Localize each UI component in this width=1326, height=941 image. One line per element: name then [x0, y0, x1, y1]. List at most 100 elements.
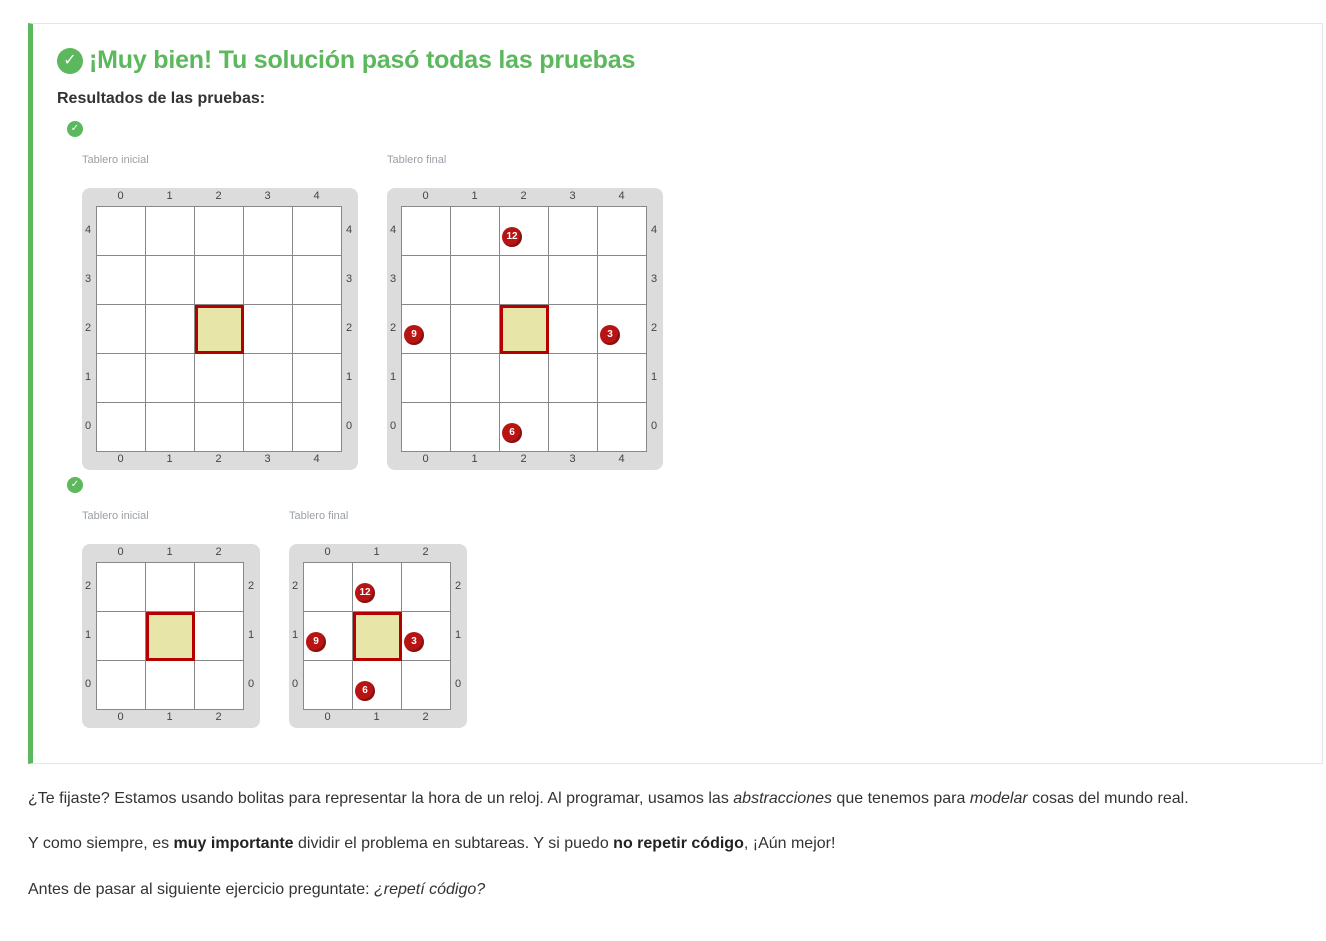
row-coord-left: 3 [84, 272, 92, 285]
red-ball-counter: 12 [355, 582, 375, 603]
column-coord-top: 0 [324, 546, 331, 558]
red-ball-counter: 6 [355, 680, 375, 701]
red-ball-counter: 9 [404, 324, 424, 345]
column-coord-top: 0 [117, 190, 124, 202]
row-coord-left: 0 [291, 677, 299, 690]
row-coord-right: 1 [454, 628, 462, 641]
column-coord-top: 0 [422, 190, 429, 202]
row-coord-right: 3 [650, 272, 658, 285]
row-coord-left: 0 [84, 677, 92, 690]
row-coord-right: 2 [454, 579, 462, 592]
board-cell [598, 354, 647, 403]
board-cell [244, 207, 293, 256]
column-coord-bottom: 1 [166, 453, 173, 465]
row-coord-left: 0 [84, 419, 92, 432]
board-cell [97, 207, 146, 256]
column-coord-top: 4 [313, 190, 320, 202]
board-grid [96, 206, 342, 452]
column-coord-bottom: 1 [471, 453, 478, 465]
p2-bold-no-repetir: no repetir código [613, 835, 744, 852]
board-cell [146, 563, 195, 612]
board-cell [451, 403, 500, 452]
red-ball-counter: 3 [404, 631, 424, 652]
column-coord-bottom: 2 [422, 711, 429, 723]
board-cell [195, 354, 244, 403]
paragraph-question: Antes de pasar al siguiente ejercicio pr… [28, 881, 485, 899]
column-coord-top: 2 [215, 190, 222, 202]
column-coord-bottom: 2 [215, 711, 222, 723]
row-coord-left: 1 [291, 628, 299, 641]
board-cell [97, 661, 146, 710]
column-coord-bottom: 4 [618, 453, 625, 465]
board-cell [146, 661, 195, 710]
board-cell [549, 354, 598, 403]
row-coord-left: 1 [84, 370, 92, 383]
p1-emphasis-abstracciones: abstracciones [733, 790, 832, 807]
board-cell [402, 207, 451, 256]
column-coord-bottom: 2 [215, 453, 222, 465]
column-coord-bottom: 0 [117, 453, 124, 465]
paragraph-subtasks: Y como siempre, es muy importante dividi… [28, 835, 835, 853]
p2-text: Y como siempre, es [28, 835, 174, 852]
board-cell [97, 612, 146, 661]
board-cell [293, 403, 342, 452]
check-circle-icon: ✓ [57, 47, 83, 74]
row-coord-right: 2 [247, 579, 255, 592]
row-coord-right: 3 [345, 272, 353, 285]
board-cell [451, 354, 500, 403]
red-ball-counter: 6 [502, 422, 522, 443]
row-coord-left: 4 [84, 223, 92, 236]
board-cell [195, 403, 244, 452]
board-cell [304, 563, 353, 612]
column-coord-top: 4 [618, 190, 625, 202]
results-label: Resultados de las pruebas: [57, 90, 266, 107]
column-coord-bottom: 0 [117, 711, 124, 723]
result-title-row: ✓ ¡Muy bien! Tu solución pasó todas las … [57, 46, 635, 75]
board-cell [549, 403, 598, 452]
row-coord-left: 2 [84, 579, 92, 592]
row-coord-left: 2 [389, 321, 397, 334]
board-cell [293, 305, 342, 354]
test-2-check-icon: ✓ [67, 477, 83, 493]
board-cell [146, 403, 195, 452]
test-1-initial-board: 0 0 0 0 1 1 1 1 2 2 2 2 3 3 3 3 4 4 4 4 [82, 188, 358, 470]
test-results-panel: ✓ ¡Muy bien! Tu solución pasó todas las … [28, 23, 1323, 764]
board-cell [549, 256, 598, 305]
p2-text: dividir el problema en subtareas. Y si p… [293, 835, 614, 852]
board-cell [549, 305, 598, 354]
red-ball-counter: 9 [306, 631, 326, 652]
board-cell [402, 403, 451, 452]
row-coord-left: 1 [389, 370, 397, 383]
row-coord-right: 0 [345, 419, 353, 432]
row-coord-left: 2 [84, 321, 92, 334]
column-coord-bottom: 4 [313, 453, 320, 465]
board-cell [500, 354, 549, 403]
board-cell [146, 354, 195, 403]
column-coord-top: 1 [373, 546, 380, 558]
board-cell [146, 256, 195, 305]
row-coord-left: 4 [389, 223, 397, 236]
test-2-final-caption: Tablero final [289, 510, 349, 522]
board-cell [293, 256, 342, 305]
head-cell [353, 612, 402, 661]
column-coord-bottom: 0 [422, 453, 429, 465]
row-coord-right: 4 [345, 223, 353, 236]
board-cell [195, 256, 244, 305]
board-grid [96, 562, 244, 710]
column-coord-top: 2 [215, 546, 222, 558]
head-cell [146, 612, 195, 661]
p2-bold-muy-importante: muy importante [173, 835, 294, 852]
board-cell [195, 612, 244, 661]
column-coord-top: 3 [264, 190, 271, 202]
board-cell [244, 354, 293, 403]
board-cell [97, 563, 146, 612]
test-1-final-board: 0 0 0 0 1 1 1 1 2 2 2 2 3 3 3 3 4 4 4 4 12 9 3 6 [387, 188, 663, 470]
board-cell [97, 354, 146, 403]
red-ball-counter: 12 [502, 226, 522, 247]
board-cell [293, 207, 342, 256]
board-cell [598, 256, 647, 305]
board-cell [244, 256, 293, 305]
board-cell [402, 354, 451, 403]
head-cell [195, 305, 244, 354]
board-cell [402, 256, 451, 305]
